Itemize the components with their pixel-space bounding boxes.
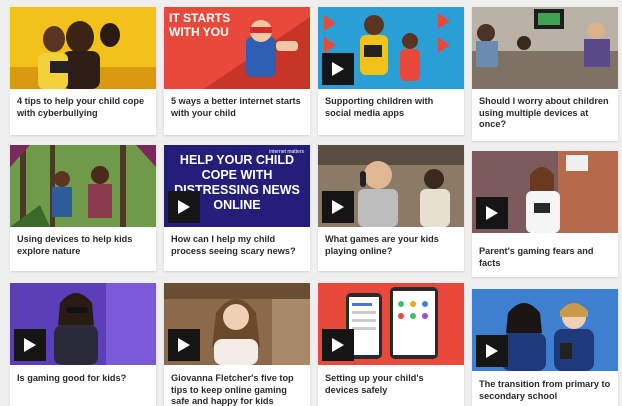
video-play-button[interactable] [476,335,508,367]
article-card-devices-safely[interactable]: Setting up your child's devices safely [318,283,464,406]
article-card-gaming-good[interactable]: Is gaming good for kids? [10,283,156,406]
article-card-social-media-apps[interactable]: Supporting children with social media ap… [318,7,464,135]
video-play-button[interactable] [168,329,200,361]
article-thumbnail [318,145,464,227]
article-card-gaming-fears[interactable]: Parent's gaming fears and facts [472,151,618,277]
article-card-multiple-devices[interactable]: Should I worry about children using mult… [472,7,618,141]
video-play-button[interactable] [322,191,354,223]
article-title: The transition from primary to secondary… [479,379,611,401]
article-grid: 4 tips to help your child cope with cybe… [0,0,622,406]
article-title: What games are your kids playing online? [325,234,439,256]
article-card-primary-to-secondary[interactable]: The transition from primary to secondary… [472,289,618,406]
article-title: Is gaming good for kids? [17,373,127,383]
article-thumbnail [472,289,618,371]
play-icon [486,206,498,220]
article-thumbnail [10,283,156,365]
article-thumbnail [318,7,464,89]
article-card-giovanna-fletcher[interactable]: Giovanna Fletcher's five top tips to kee… [164,283,310,406]
article-card-scary-news[interactable]: HELP YOUR CHILD COPE WITH DISTRESSING NE… [164,145,310,271]
article-card-cyberbullying[interactable]: 4 tips to help your child cope with cybe… [10,7,156,135]
video-play-button[interactable] [168,191,200,223]
article-thumbnail [164,283,310,365]
article-title: Using devices to help kids explore natur… [17,234,133,256]
article-card-games-online[interactable]: What games are your kids playing online? [318,145,464,271]
play-icon [332,338,344,352]
article-title: Should I worry about children using mult… [479,96,609,129]
article-thumbnail [10,7,156,89]
article-title: 5 ways a better internet starts with you… [171,96,301,118]
article-thumbnail [10,145,156,227]
article-title: 4 tips to help your child cope with cybe… [17,96,145,118]
video-play-button[interactable] [322,329,354,361]
article-thumbnail [318,283,464,365]
article-thumbnail: IT STARTS WITH YOU [164,7,310,89]
article-title: Parent's gaming fears and facts [479,246,594,268]
play-icon [24,338,36,352]
video-play-button[interactable] [322,53,354,85]
play-icon [178,338,190,352]
play-icon [486,344,498,358]
article-title: Supporting children with social media ap… [325,96,434,118]
brand-logo: internet matters [269,149,304,155]
article-title: Setting up your child's devices safely [325,373,424,395]
video-play-button[interactable] [476,197,508,229]
article-card-explore-nature[interactable]: Using devices to help kids explore natur… [10,145,156,271]
article-thumbnail: HELP YOUR CHILD COPE WITH DISTRESSING NE… [164,145,310,227]
thumbnail-overlay-text: IT STARTS WITH YOU [169,11,231,39]
article-title: How can I help my child process seeing s… [171,234,296,256]
play-icon [332,200,344,214]
article-thumbnail [472,151,618,233]
play-icon [332,62,344,76]
video-play-button[interactable] [14,329,46,361]
article-card-better-internet[interactable]: IT STARTS WITH YOU 5 ways a better inter… [164,7,310,135]
play-icon [178,200,190,214]
article-title: Giovanna Fletcher's five top tips to kee… [171,373,294,406]
article-thumbnail [472,7,618,89]
